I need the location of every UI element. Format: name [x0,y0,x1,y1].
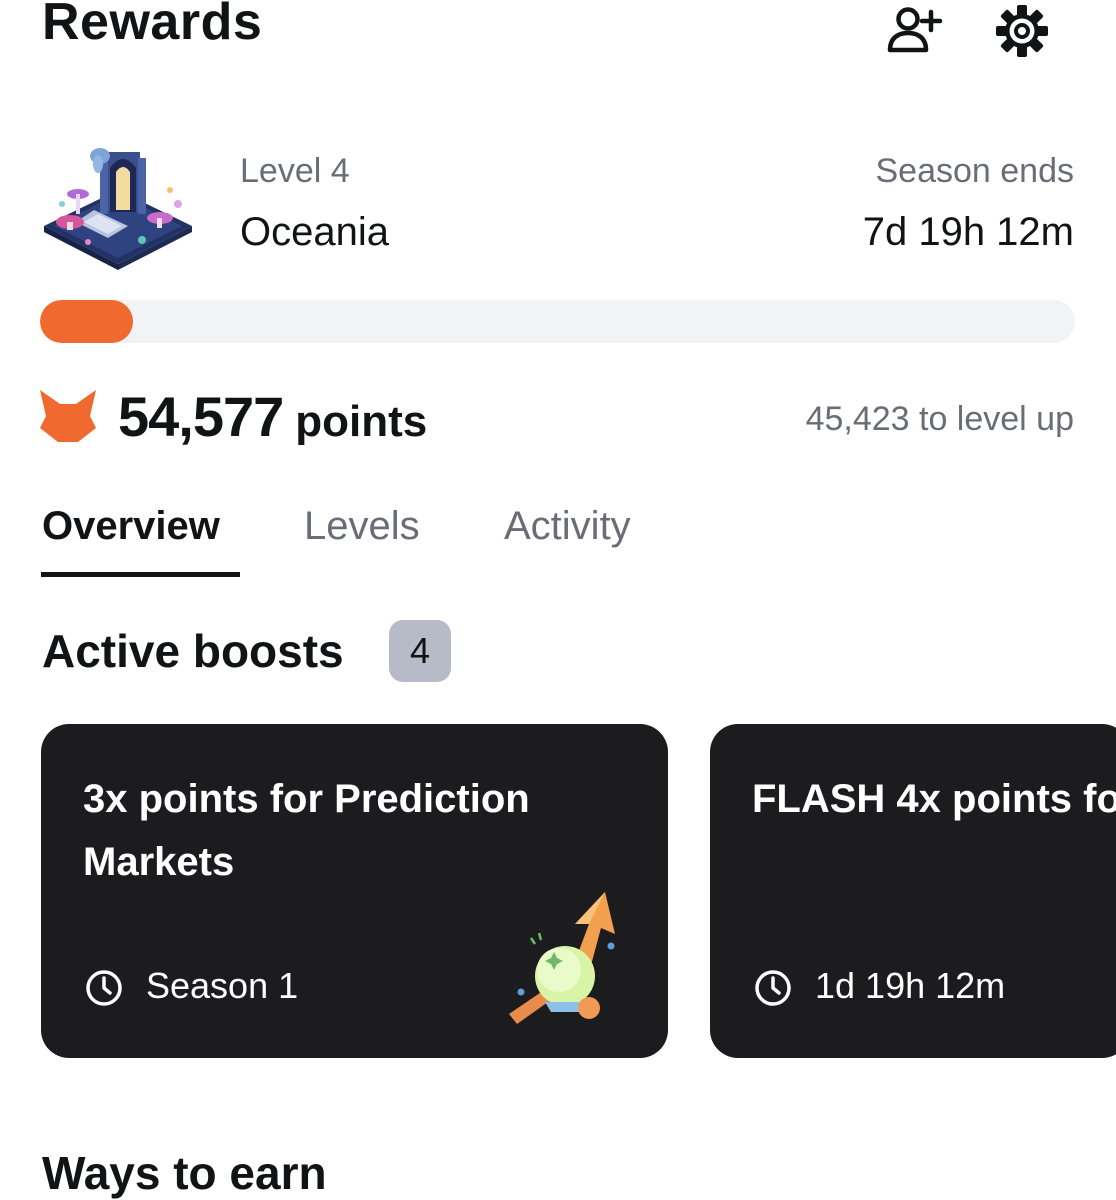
points-to-level-up: 45,423 to level up [805,400,1074,438]
season-ends-label: Season ends [875,152,1075,190]
gear-icon [996,5,1048,57]
tab-activity[interactable]: Activity [504,504,631,549]
oceania-island-art [44,148,192,270]
boost-card-duration: Season 1 [146,965,299,1006]
points-unit: points [295,397,428,446]
boost-card-duration: 1d 19h 12m [815,965,1006,1006]
boost-card[interactable]: FLASH 4x points for Perps 1d 19h 12m [710,724,1116,1058]
season-ends-value: 7d 19h 12m [862,210,1074,254]
level-name: Oceania [240,210,389,254]
active-tab-indicator [41,572,240,577]
boost-card[interactable]: 3x points for Prediction Markets Season … [41,724,668,1058]
rewards-screen: Rewards Level 4 Oceania Season ends 7d 1… [0,0,1116,1200]
person-add-icon [887,7,943,53]
points-value: 54,577 [118,385,284,448]
active-boosts-heading: Active boosts [42,625,344,677]
points-total: 54,577 points [118,384,427,449]
add-friend-button[interactable] [884,2,948,60]
clock-icon [755,970,791,1006]
level-progress-fill [40,300,134,343]
rewards-tabs: Overview Levels Activity [0,500,1116,580]
crystal-ball-arrow-art [509,892,615,1024]
ways-to-earn-heading: Ways to earn [42,1147,327,1199]
active-boosts-count-badge: 4 [389,620,451,682]
tab-levels[interactable]: Levels [304,504,420,549]
clock-icon [86,970,122,1006]
boost-card-title: 3x points for Prediction Markets [83,777,530,884]
metamask-fox-icon [40,390,96,442]
level-label: Level 4 [240,152,350,190]
boost-card-title: FLASH 4x points for Perps [752,777,1116,821]
page-title: Rewards [42,0,263,51]
settings-button[interactable] [990,2,1054,60]
tab-overview[interactable]: Overview [42,504,220,549]
level-progress-bar [40,300,1075,343]
